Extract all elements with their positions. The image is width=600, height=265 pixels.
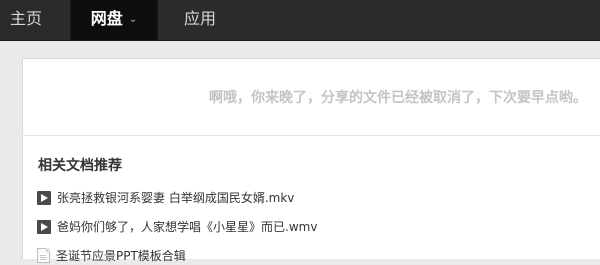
nav-netdisk-label: 网盘	[90, 9, 123, 28]
video-file-icon	[37, 190, 51, 205]
related-docs-title: 相关文档推荐	[38, 158, 122, 174]
related-doc-item[interactable]: 圣诞节应景PPT模板合辑	[37, 247, 186, 265]
related-doc-item[interactable]: 爸妈你们够了，人家想学唱《小星星》而已.wmv	[37, 218, 317, 236]
nav-netdisk[interactable]: 网盘 ⌄	[70, 0, 158, 40]
top-navigation-bar: 主页 网盘 ⌄ 应用	[0, 0, 600, 41]
related-doc-label: 圣诞节应景PPT模板合辑	[56, 249, 186, 263]
nav-home[interactable]: 主页	[10, 0, 50, 40]
content-panel: 啊哦，你来晚了，分享的文件已经被取消了，下次要早点哟。 相关文档推荐 张亮拯救银…	[22, 58, 600, 263]
related-doc-label: 张亮拯救银河系婴妻 白举纲成国民女婿.mkv	[57, 191, 295, 205]
video-file-icon	[37, 219, 51, 234]
chevron-down-icon[interactable]: ⌄	[129, 1, 137, 39]
related-doc-item[interactable]: 张亮拯救银河系婴妻 白举纲成国民女婿.mkv	[37, 189, 294, 207]
document-file-icon	[37, 248, 50, 263]
share-cancelled-message: 啊哦，你来晚了，分享的文件已经被取消了，下次要早点哟。	[209, 90, 587, 106]
divider	[23, 135, 600, 136]
related-doc-label: 爸妈你们够了，人家想学唱《小星星》而已.wmv	[57, 220, 318, 234]
nav-apps[interactable]: 应用	[184, 0, 224, 40]
